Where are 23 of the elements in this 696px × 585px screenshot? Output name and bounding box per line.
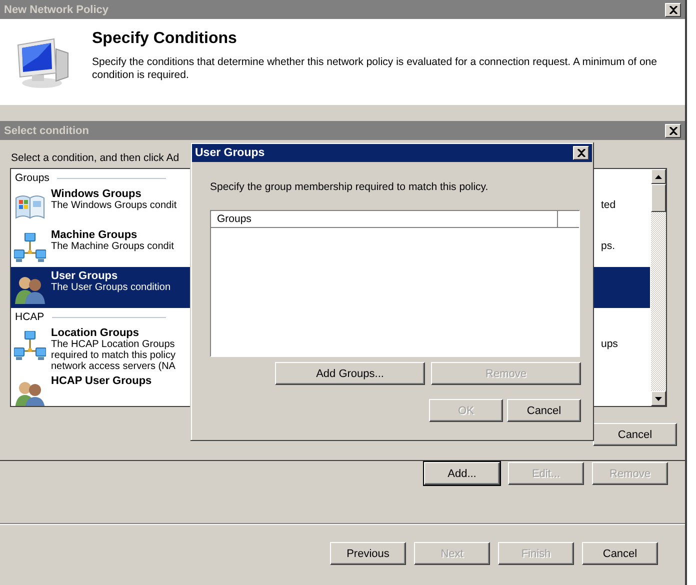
group-header: HCAP bbox=[15, 311, 46, 323]
page-description: Specify the conditions that determine whether this network policy is evaluated for a connection request. A minimum of one condition is required. bbox=[92, 56, 657, 82]
instruction-text: Select a condition, and then click Ad bbox=[11, 152, 180, 164]
condition-description: required to match this policy bbox=[51, 350, 177, 361]
condition-description: ted bbox=[601, 198, 617, 211]
condition-name: Location Groups bbox=[51, 327, 140, 339]
condition-description: The User Groups condition bbox=[51, 282, 172, 293]
group-header: Groups bbox=[15, 172, 50, 184]
condition-name: Windows Groups bbox=[51, 188, 142, 200]
condition-description: The HCAP Location Groups bbox=[51, 339, 176, 350]
condition-name: HCAP User Groups bbox=[51, 375, 153, 387]
condition-description: The Windows Groups condit bbox=[51, 200, 178, 211]
condition-name: User Groups bbox=[51, 270, 119, 282]
page-title: Specify Conditions bbox=[92, 30, 238, 48]
instruction-text: Specify the group membership required to match this policy. bbox=[209, 180, 490, 193]
condition-name: Machine Groups bbox=[51, 229, 138, 241]
dialog-title: Select condition bbox=[4, 124, 89, 136]
condition-description: The Machine Groups condit bbox=[51, 241, 175, 252]
condition-description: ups bbox=[601, 337, 619, 350]
condition-description: network access servers (NA bbox=[51, 361, 176, 372]
condition-description: ps. bbox=[601, 239, 616, 252]
dialog-title: User Groups bbox=[195, 147, 265, 159]
window-title: New Network Policy bbox=[4, 4, 109, 16]
